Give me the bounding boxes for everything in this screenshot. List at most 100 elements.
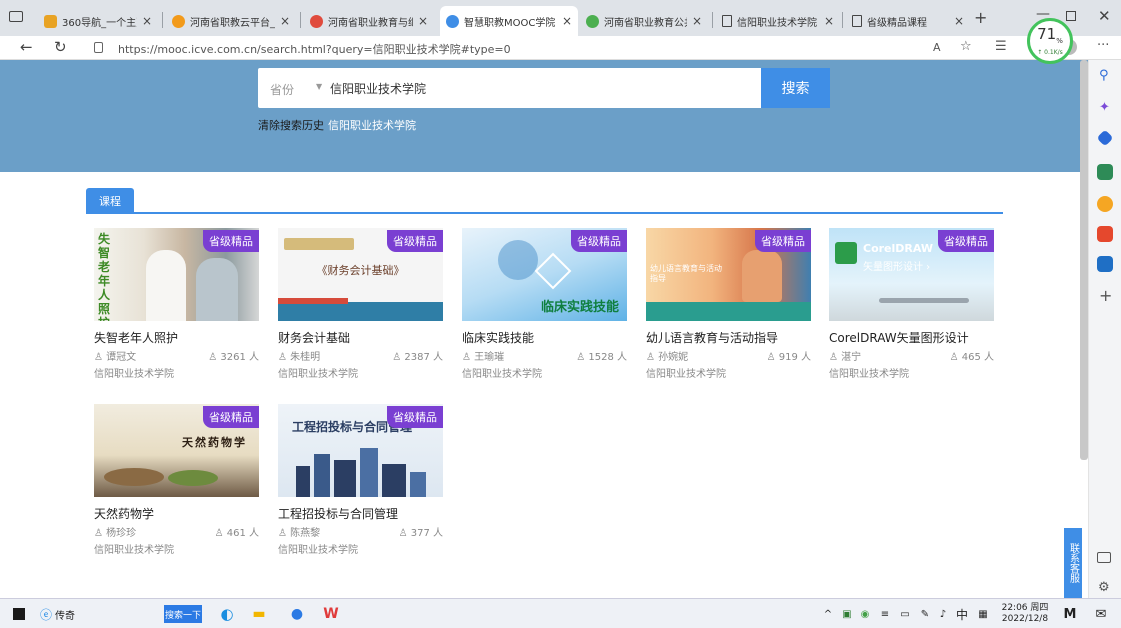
- course-card[interactable]: 幼儿语言教育与活动指导 省级精品 幼儿语言教育与活动指导 ♙ 孙婉妮 ♙ 919…: [646, 228, 811, 380]
- search-input[interactable]: 信阳职业技术学院: [330, 80, 426, 97]
- taskbar-app-icon[interactable]: M: [1062, 605, 1078, 623]
- add-plus-icon[interactable]: +: [1099, 286, 1112, 305]
- search-banner: 省份 ▼ 信阳职业技术学院 搜索 清除搜索历史 信阳职业技术学院: [0, 60, 1088, 172]
- dropdown-arrow-icon[interactable]: ▼: [316, 82, 322, 91]
- course-thumbnail[interactable]: 幼儿语言教育与活动指导 省级精品: [646, 228, 811, 321]
- games-icon[interactable]: [1097, 196, 1113, 212]
- close-icon[interactable]: ×: [280, 14, 290, 28]
- enrolled-count: ♙ 3261 人: [208, 352, 259, 363]
- favorites-list-icon[interactable]: ☰: [995, 39, 1007, 54]
- history-item[interactable]: 信阳职业技术学院: [328, 119, 416, 132]
- course-card[interactable]: CorelDRAW 矢量图形设计 › 省级精品 CorelDRAW矢量图形设计 …: [829, 228, 994, 380]
- clock[interactable]: 22:06 周四 2022/12/8: [998, 602, 1052, 626]
- speed-gauge-widget[interactable]: 71% ↑ 0.1K/s: [1027, 18, 1073, 64]
- tray-expand-icon[interactable]: ^: [822, 605, 834, 623]
- premium-badge: 省级精品: [571, 230, 627, 252]
- page-content: 省份 ▼ 信阳职业技术学院 搜索 清除搜索历史 信阳职业技术学院 课程 失智老年人…: [0, 60, 1088, 598]
- tab-icve-henan[interactable]: 河南省职教云平台_36×: [166, 6, 296, 36]
- window-close-icon[interactable]: ✕: [1098, 7, 1111, 25]
- tab-courses[interactable]: 课程: [86, 188, 134, 214]
- course-title[interactable]: 财务会计基础: [278, 329, 350, 346]
- course-thumbnail[interactable]: CorelDRAW 矢量图形设计 › 省级精品: [829, 228, 994, 321]
- settings-gear-icon[interactable]: ⚙: [1098, 580, 1110, 595]
- file-explorer-icon[interactable]: ▬: [250, 605, 268, 623]
- tray-360-icon[interactable]: ◉: [858, 605, 872, 623]
- course-card[interactable]: 失智老年人照护 省级精品 失智老年人照护 ♙ 谭冠文 ♙ 3261 人 信阳职业…: [94, 228, 259, 380]
- ime-mode-icon[interactable]: ▦: [976, 605, 990, 623]
- course-card[interactable]: 工程招投标与合同管理 省级精品 工程招投标与合同管理 ♙ 陈燕黎 ♙ 377 人…: [278, 404, 443, 556]
- course-title[interactable]: 工程招投标与合同管理: [278, 505, 398, 522]
- course-card[interactable]: 临床实践技能 省级精品 临床实践技能 ♙ 王瑜璀 ♙ 1528 人 信阳职业技术…: [462, 228, 627, 380]
- page-scrollbar[interactable]: [1080, 60, 1088, 460]
- refresh-icon[interactable]: ↻: [54, 38, 67, 56]
- course-thumbnail[interactable]: 《财务会计基础》 省级精品: [278, 228, 443, 321]
- tab-360[interactable]: 360导航_一个主页，整×: [38, 6, 158, 36]
- clear-history-link[interactable]: 清除搜索历史: [258, 119, 324, 132]
- maximize-icon[interactable]: [1066, 11, 1076, 21]
- close-icon[interactable]: ×: [142, 14, 152, 28]
- tab-mooc-active[interactable]: 智慧职教MOOC学院 ×: [440, 6, 578, 36]
- read-aloud-icon[interactable]: A: [933, 41, 941, 54]
- enrolled-count: ♙ 377 人: [398, 528, 443, 539]
- pen-icon[interactable]: ✎: [918, 605, 932, 623]
- close-icon[interactable]: ×: [824, 14, 834, 28]
- windows-start-icon[interactable]: [10, 605, 28, 623]
- course-title[interactable]: 幼儿语言教育与活动指导: [646, 329, 778, 346]
- toolbox-icon[interactable]: [1097, 164, 1113, 180]
- search-box[interactable]: 省份 ▼ 信阳职业技术学院: [258, 68, 830, 108]
- course-title[interactable]: 天然药物学: [94, 505, 154, 522]
- search-button[interactable]: 搜索: [761, 68, 830, 108]
- weather-widget[interactable]: ⓔ 传奇: [40, 605, 100, 623]
- tray-app-icon[interactable]: ▣: [840, 605, 854, 623]
- app-icon[interactable]: ●: [288, 605, 306, 623]
- office-icon[interactable]: [1097, 226, 1113, 242]
- course-thumbnail[interactable]: 天然药物学 省级精品: [94, 404, 259, 497]
- close-icon[interactable]: ×: [692, 14, 702, 28]
- course-card[interactable]: 天然药物学 省级精品 天然药物学 ♙ 杨珍珍 ♙ 461 人 信阳职业技术学院: [94, 404, 259, 556]
- contact-support-button[interactable]: 联系客服: [1064, 528, 1082, 598]
- tab-actions-icon[interactable]: [9, 11, 23, 22]
- course-thumbnail[interactable]: 失智老年人照护 省级精品: [94, 228, 259, 321]
- teacher-name: ♙ 王瑜璀: [462, 352, 505, 363]
- tag-icon[interactable]: [1096, 129, 1114, 147]
- course-thumbnail[interactable]: 临床实践技能 省级精品: [462, 228, 627, 321]
- close-icon[interactable]: ×: [954, 14, 964, 28]
- url-field[interactable]: https://mooc.icve.com.cn/search.html?que…: [118, 41, 511, 57]
- province-select[interactable]: 省份: [270, 81, 294, 98]
- back-arrow-icon[interactable]: ←: [20, 38, 33, 56]
- edge-browser-icon[interactable]: ◐: [218, 605, 236, 623]
- ie-icon: ⓔ: [40, 607, 53, 622]
- wps-office-icon[interactable]: W: [322, 605, 340, 623]
- teacher-name: ♙ 湛宁: [829, 352, 862, 363]
- course-title[interactable]: 临床实践技能: [462, 329, 534, 346]
- taskbar-search-button[interactable]: 搜索一下: [164, 605, 202, 623]
- tab-henan-vocational[interactable]: 河南省职业教育与继续×: [304, 6, 434, 36]
- volume-icon[interactable]: ♪: [936, 605, 950, 623]
- course-title[interactable]: 失智老年人照护: [94, 329, 178, 346]
- search-icon[interactable]: ⚲: [1099, 68, 1109, 83]
- premium-badge: 省级精品: [387, 406, 443, 428]
- battery-icon[interactable]: ▭: [898, 605, 912, 623]
- teacher-name: ♙ 朱桂明: [278, 352, 321, 363]
- close-icon[interactable]: ×: [418, 14, 428, 28]
- new-tab-plus-icon[interactable]: +: [974, 8, 987, 27]
- lock-icon[interactable]: [94, 42, 103, 53]
- favorite-star-icon[interactable]: ☆: [960, 39, 972, 54]
- tab-provincial-courses[interactable]: 省级精品课程 ×: [846, 6, 970, 36]
- ime-indicator[interactable]: 中: [955, 605, 969, 623]
- address-bar: ← ↻ https://mooc.icve.com.cn/search.html…: [0, 36, 1121, 60]
- notification-icon[interactable]: ✉: [1092, 605, 1110, 623]
- course-title[interactable]: CorelDRAW矢量图形设计: [829, 329, 969, 346]
- outlook-icon[interactable]: [1097, 256, 1113, 272]
- more-options-icon[interactable]: ···: [1097, 38, 1109, 53]
- network-icon[interactable]: ≡: [878, 605, 892, 623]
- course-card[interactable]: 《财务会计基础》 省级精品 财务会计基础 ♙ 朱桂明 ♙ 2387 人 信阳职业…: [278, 228, 443, 380]
- sidebar-toggle-icon[interactable]: [1097, 552, 1111, 563]
- course-thumbnail[interactable]: 工程招投标与合同管理 省级精品: [278, 404, 443, 497]
- sparkle-icon[interactable]: ✦: [1099, 100, 1110, 115]
- tab-henan-public[interactable]: 河南省职业教育公共服×: [580, 6, 708, 36]
- people-icon: ♙: [214, 528, 227, 539]
- close-icon[interactable]: ×: [562, 14, 572, 28]
- tab-xinyang-college[interactable]: 信阳职业技术学院 ×: [716, 6, 840, 36]
- people-icon: ♙: [576, 352, 589, 363]
